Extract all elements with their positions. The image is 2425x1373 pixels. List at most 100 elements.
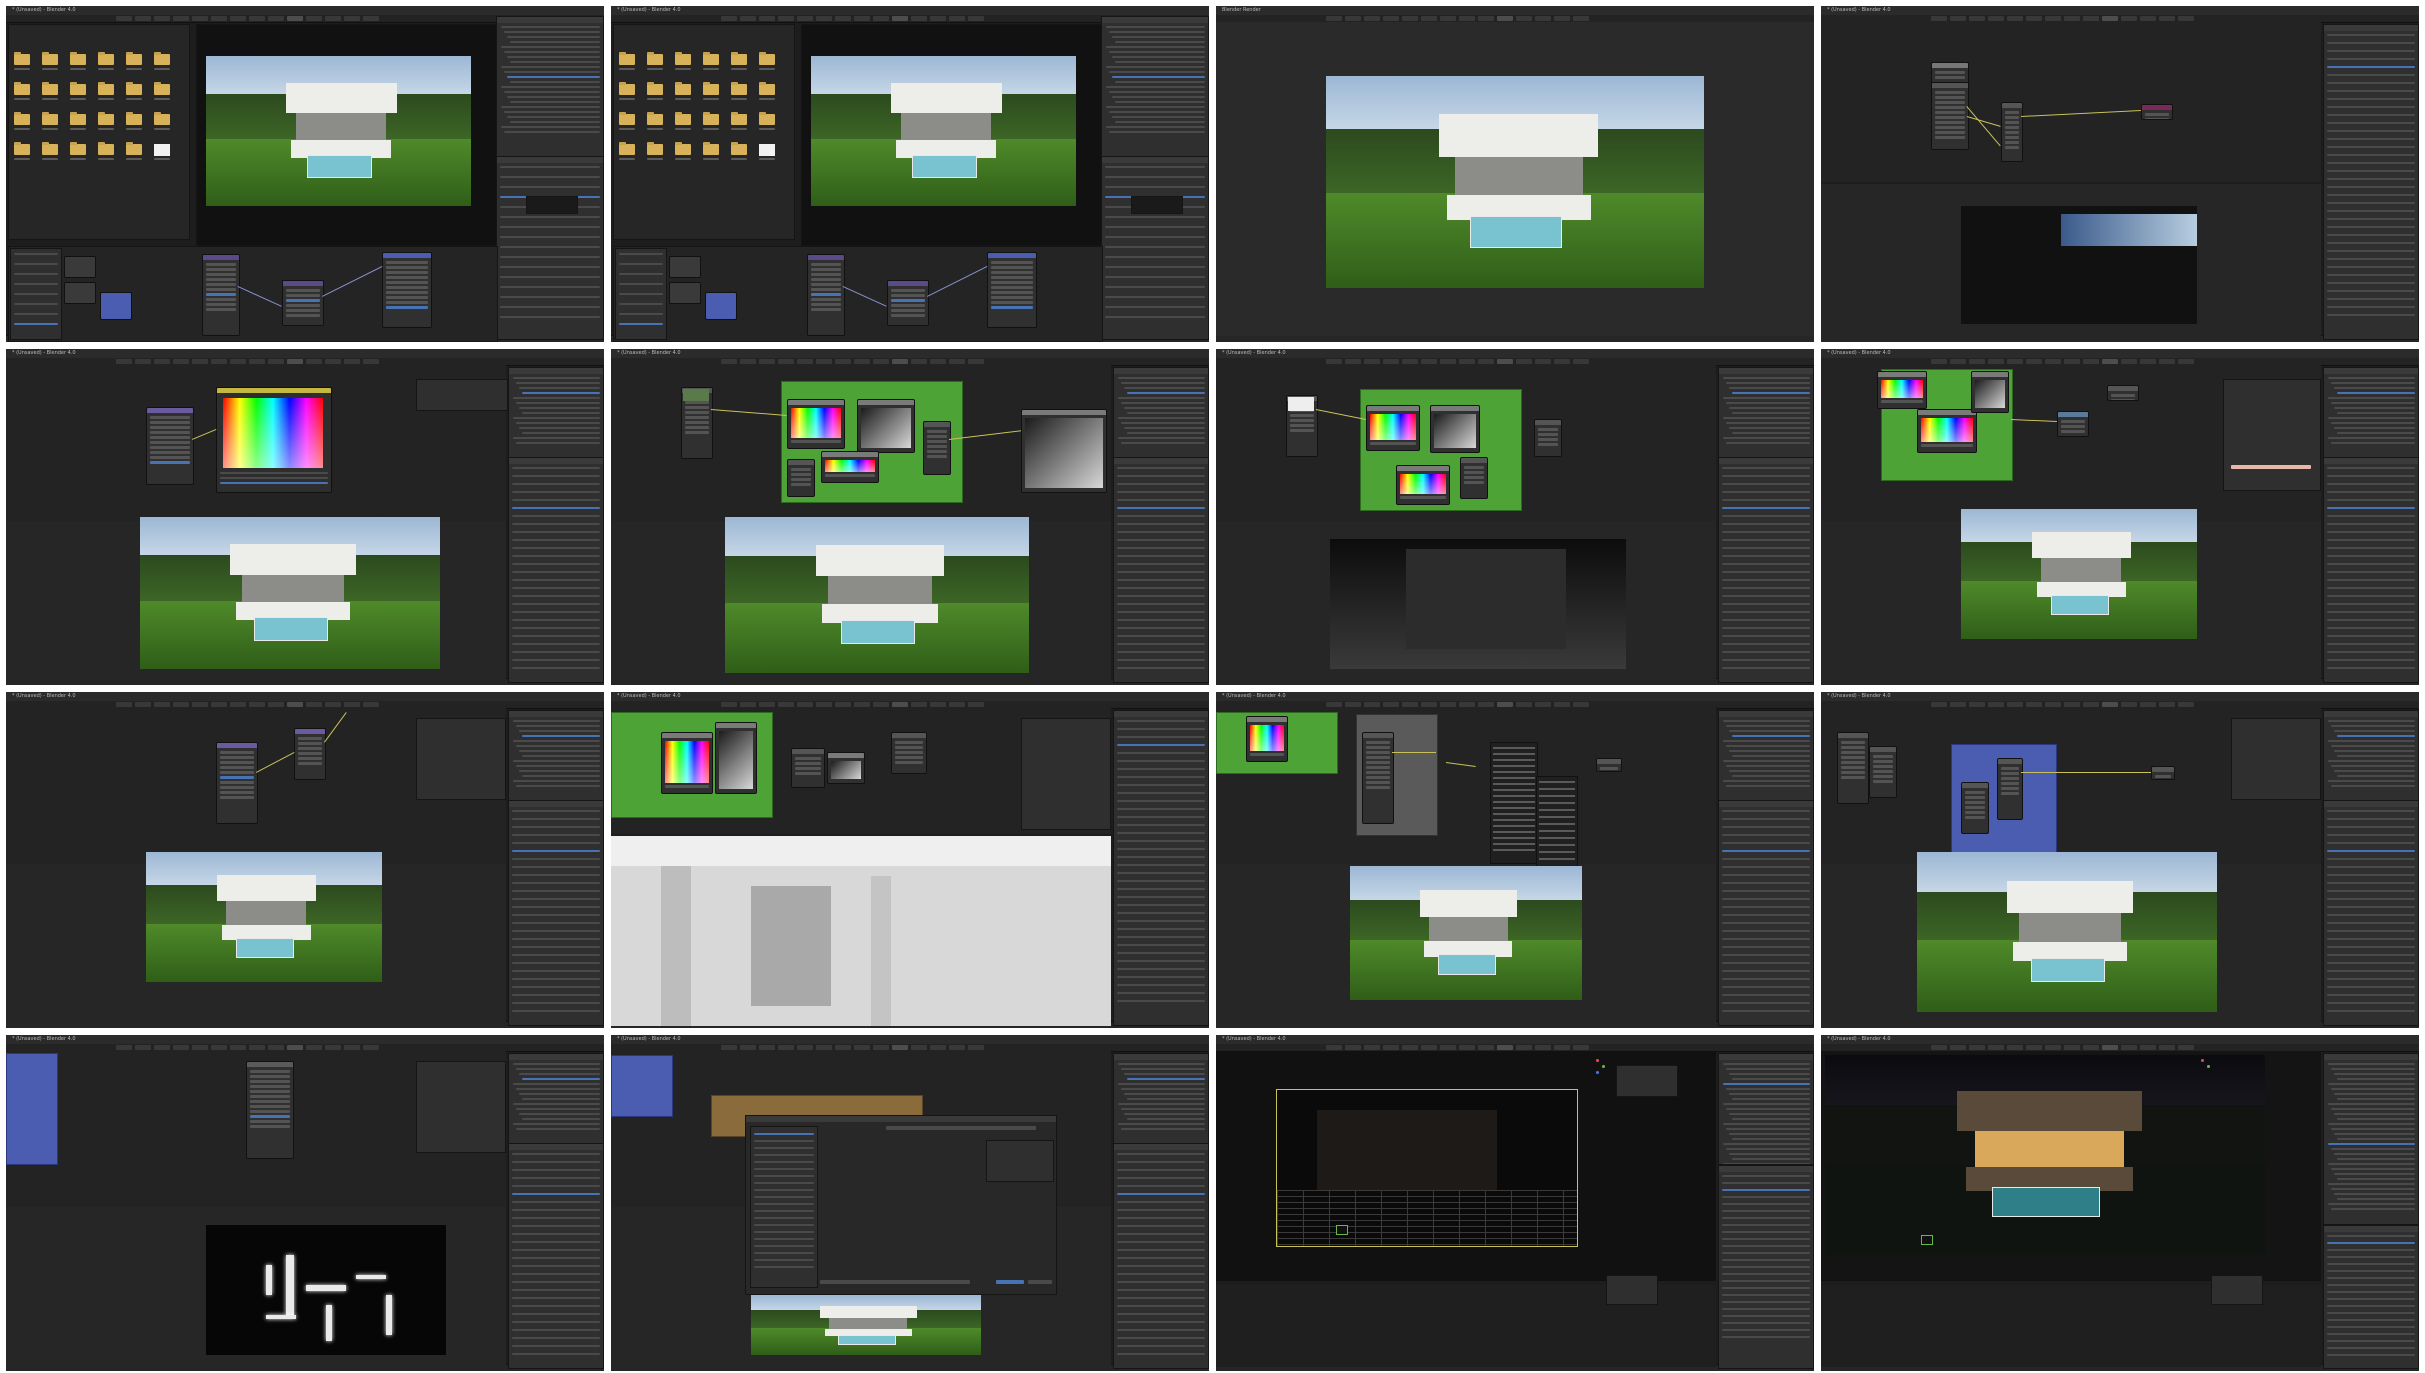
- color-spectrum[interactable]: [1400, 474, 1446, 494]
- panel-row[interactable]: [1722, 667, 1810, 669]
- menu-item[interactable]: [1493, 831, 1535, 833]
- panel-row[interactable]: [1722, 651, 1810, 653]
- outliner-item[interactable]: [1723, 397, 1810, 399]
- outliner-item[interactable]: [1112, 76, 1205, 78]
- outliner-item[interactable]: [519, 1093, 600, 1095]
- outliner-item[interactable]: [1729, 1093, 1810, 1095]
- panel-row[interactable]: [2327, 1312, 2415, 1314]
- workspace-tab[interactable]: [1326, 16, 1342, 21]
- workspace-tab[interactable]: [192, 702, 208, 707]
- panel-row[interactable]: [2327, 531, 2415, 533]
- gradient-node[interactable]: [827, 752, 865, 784]
- node-socket-field[interactable]: [150, 416, 190, 419]
- panel-row[interactable]: [2327, 178, 2415, 180]
- workspace-tab[interactable]: [173, 1045, 189, 1050]
- node-socket-field[interactable]: [286, 294, 320, 297]
- node-socket-field[interactable]: [286, 289, 320, 292]
- panel-row[interactable]: [2327, 266, 2415, 268]
- node-socket-field[interactable]: [1538, 433, 1558, 436]
- panel-row[interactable]: [1117, 952, 1205, 954]
- workspace-tab[interactable]: [1988, 359, 2004, 364]
- workspace-tab[interactable]: [835, 16, 851, 21]
- panel-row[interactable]: [2327, 1347, 2415, 1349]
- outliner-item[interactable]: [501, 46, 600, 48]
- panel-row[interactable]: [1722, 882, 1810, 884]
- node-socket-field[interactable]: [2061, 420, 2085, 423]
- panel-row[interactable]: [2327, 507, 2415, 509]
- outliner-item[interactable]: [1109, 31, 1205, 33]
- workspace-tab[interactable]: [949, 16, 965, 21]
- outliner-item[interactable]: [516, 402, 600, 404]
- panel-row[interactable]: [1105, 166, 1205, 168]
- node-socket-field[interactable]: [220, 786, 254, 789]
- folder-icon[interactable]: [731, 52, 747, 65]
- outliner-item[interactable]: [1109, 111, 1205, 113]
- panel-row[interactable]: [754, 1168, 814, 1170]
- workspace-tab[interactable]: [1573, 16, 1589, 21]
- image-node[interactable]: [669, 256, 701, 278]
- workspace-tab[interactable]: [778, 16, 794, 21]
- node-socket-field[interactable]: [811, 293, 841, 296]
- workspace-tab[interactable]: [1478, 702, 1494, 707]
- outliner-item[interactable]: [501, 126, 600, 128]
- panel-row[interactable]: [2327, 627, 2415, 629]
- node-socket-field[interactable]: [150, 461, 190, 464]
- panel-row[interactable]: [1117, 960, 1205, 962]
- panel-row[interactable]: [1117, 736, 1205, 738]
- panel-row[interactable]: [1105, 286, 1205, 288]
- panel-row[interactable]: [1117, 1177, 1205, 1179]
- compositor-node[interactable]: [2107, 385, 2139, 401]
- panel-row[interactable]: [220, 482, 328, 484]
- node-socket-field[interactable]: [1965, 806, 1985, 809]
- outliner-item[interactable]: [510, 81, 600, 83]
- workspace-tab[interactable]: [1969, 1045, 1985, 1050]
- panel-row[interactable]: [512, 1185, 600, 1187]
- outliner-item[interactable]: [510, 41, 600, 43]
- panel-row[interactable]: [1105, 246, 1205, 248]
- camera-icon[interactable]: [1921, 1235, 1933, 1245]
- panel-row[interactable]: [512, 547, 600, 549]
- folder-icon[interactable]: [126, 142, 142, 155]
- workspace-tab[interactable]: [778, 702, 794, 707]
- node-socket-field[interactable]: [386, 286, 428, 289]
- outliner-item[interactable]: [1729, 730, 1810, 732]
- panel-row[interactable]: [1722, 970, 1810, 972]
- outliner-item[interactable]: [2328, 437, 2415, 439]
- folder-icon[interactable]: [731, 82, 747, 95]
- panel-row[interactable]: [1117, 1209, 1205, 1211]
- panel-row[interactable]: [754, 1189, 814, 1191]
- outliner-item[interactable]: [1723, 437, 1810, 439]
- panel-row[interactable]: [512, 914, 600, 916]
- panel-row[interactable]: [1722, 563, 1810, 565]
- panel-row[interactable]: [1117, 784, 1205, 786]
- outliner-item[interactable]: [2334, 407, 2415, 409]
- panel-row[interactable]: [512, 1241, 600, 1243]
- outliner-item[interactable]: [1109, 91, 1205, 93]
- outliner-item[interactable]: [2331, 1208, 2415, 1210]
- outliner-item[interactable]: [1723, 1063, 1810, 1065]
- workspace-tab[interactable]: [1421, 702, 1437, 707]
- outliner-item[interactable]: [513, 1063, 600, 1065]
- panel-row[interactable]: [2327, 978, 2415, 980]
- workspace-tab[interactable]: [1969, 702, 1985, 707]
- node-socket-field[interactable]: [1366, 776, 1390, 779]
- node-socket-field[interactable]: [991, 301, 1033, 304]
- workspace-tab[interactable]: [325, 702, 341, 707]
- workspace-tab[interactable]: [268, 16, 284, 21]
- outliner-item[interactable]: [516, 1128, 600, 1130]
- panel-row[interactable]: [1117, 976, 1205, 978]
- camera-view[interactable]: [1276, 1089, 1578, 1247]
- color-spectrum[interactable]: [1881, 380, 1923, 398]
- panel-row[interactable]: [512, 579, 600, 581]
- workspace-tab[interactable]: [1497, 702, 1513, 707]
- outliner-item[interactable]: [1729, 427, 1810, 429]
- gradient-node[interactable]: [715, 722, 757, 794]
- compositor-node[interactable]: [246, 1061, 294, 1159]
- panel-row[interactable]: [14, 313, 58, 315]
- workspace-tab[interactable]: [1364, 1045, 1380, 1050]
- node-socket-field[interactable]: [220, 796, 254, 799]
- outliner-item[interactable]: [1729, 1133, 1810, 1135]
- outliner-item[interactable]: [1729, 407, 1810, 409]
- panel-row[interactable]: [512, 834, 600, 836]
- panel-row[interactable]: [1117, 579, 1205, 581]
